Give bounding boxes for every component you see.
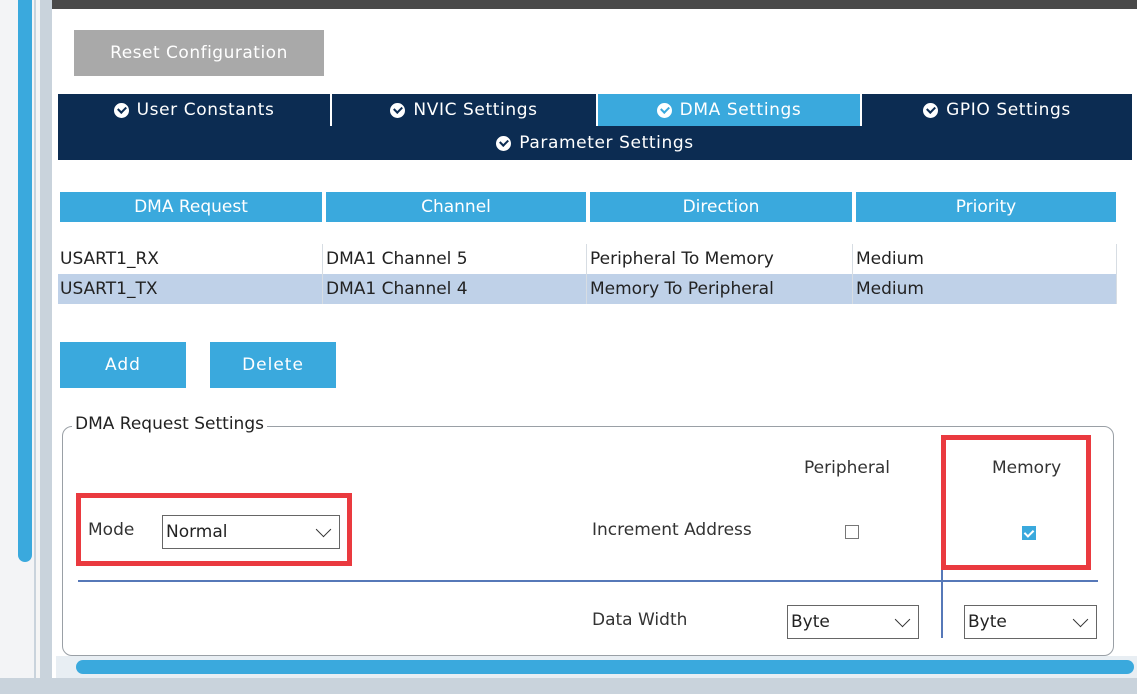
tab-nvic-settings[interactable]: NVIC Settings — [332, 94, 596, 126]
column-divider — [322, 244, 323, 304]
chevron-down-icon — [1072, 611, 1089, 628]
panel-divider — [36, 0, 40, 694]
horizontal-scrollbar-thumb[interactable] — [76, 660, 1134, 674]
data-width-label: Data Width — [592, 610, 688, 630]
tab-label: DMA Settings — [679, 100, 802, 120]
increment-address-label: Increment Address — [592, 520, 752, 540]
column-label-peripheral: Peripheral — [804, 458, 890, 478]
tab-label: GPIO Settings — [946, 100, 1071, 120]
table-cell[interactable]: Memory To Peripheral — [588, 274, 774, 304]
highlight-box-mode — [76, 493, 352, 566]
add-button[interactable]: Add — [60, 342, 186, 388]
tab-gpio-settings[interactable]: GPIO Settings — [862, 94, 1132, 126]
increment-peripheral-checkbox[interactable] — [845, 525, 859, 539]
row-divider — [78, 580, 1098, 582]
check-circle-icon — [113, 102, 129, 118]
tab-parameter-settings[interactable]: Parameter Settings — [58, 126, 1132, 160]
tab-label: User Constants — [136, 100, 275, 120]
title-bar — [52, 0, 1137, 9]
data-width-memory-select[interactable]: Byte — [964, 605, 1097, 639]
reset-configuration-button[interactable]: Reset Configuration — [74, 30, 324, 76]
vertical-scrollbar-thumb[interactable] — [18, 0, 32, 562]
column-divider — [852, 244, 853, 304]
tab-label: NVIC Settings — [413, 100, 538, 120]
column-header-direction[interactable]: Direction — [590, 192, 852, 222]
chevron-down-icon — [894, 611, 911, 628]
tab-dma-settings[interactable]: DMA Settings — [598, 94, 860, 126]
table-cell[interactable]: USART1_RX — [58, 244, 159, 274]
table-cell[interactable]: DMA1 Channel 5 — [324, 244, 468, 274]
data-width-peripheral-value: Byte — [791, 612, 830, 632]
column-header-channel[interactable]: Channel — [326, 192, 586, 222]
check-circle-icon — [923, 102, 939, 118]
tab-label: Parameter Settings — [519, 133, 694, 153]
delete-button[interactable]: Delete — [210, 342, 336, 388]
data-width-peripheral-select[interactable]: Byte — [787, 605, 919, 639]
column-header-dma-request[interactable]: DMA Request — [60, 192, 322, 222]
table-cell[interactable]: USART1_TX — [58, 274, 157, 304]
table-cell[interactable]: Peripheral To Memory — [588, 244, 774, 274]
table-cell[interactable]: Medium — [854, 244, 924, 274]
check-circle-icon — [656, 102, 672, 118]
highlight-box-memory — [941, 435, 1091, 570]
column-header-priority[interactable]: Priority — [856, 192, 1116, 222]
table-cell[interactable]: DMA1 Channel 4 — [324, 274, 468, 304]
data-width-memory-value: Byte — [968, 612, 1007, 632]
tab-user-constants[interactable]: User Constants — [58, 94, 330, 126]
bottom-gutter — [0, 678, 1137, 694]
column-divider — [1116, 244, 1117, 304]
check-circle-icon — [496, 135, 512, 151]
group-title: DMA Request Settings — [72, 414, 267, 434]
check-circle-icon — [390, 102, 406, 118]
column-divider — [586, 244, 587, 304]
table-cell[interactable]: Medium — [854, 274, 924, 304]
